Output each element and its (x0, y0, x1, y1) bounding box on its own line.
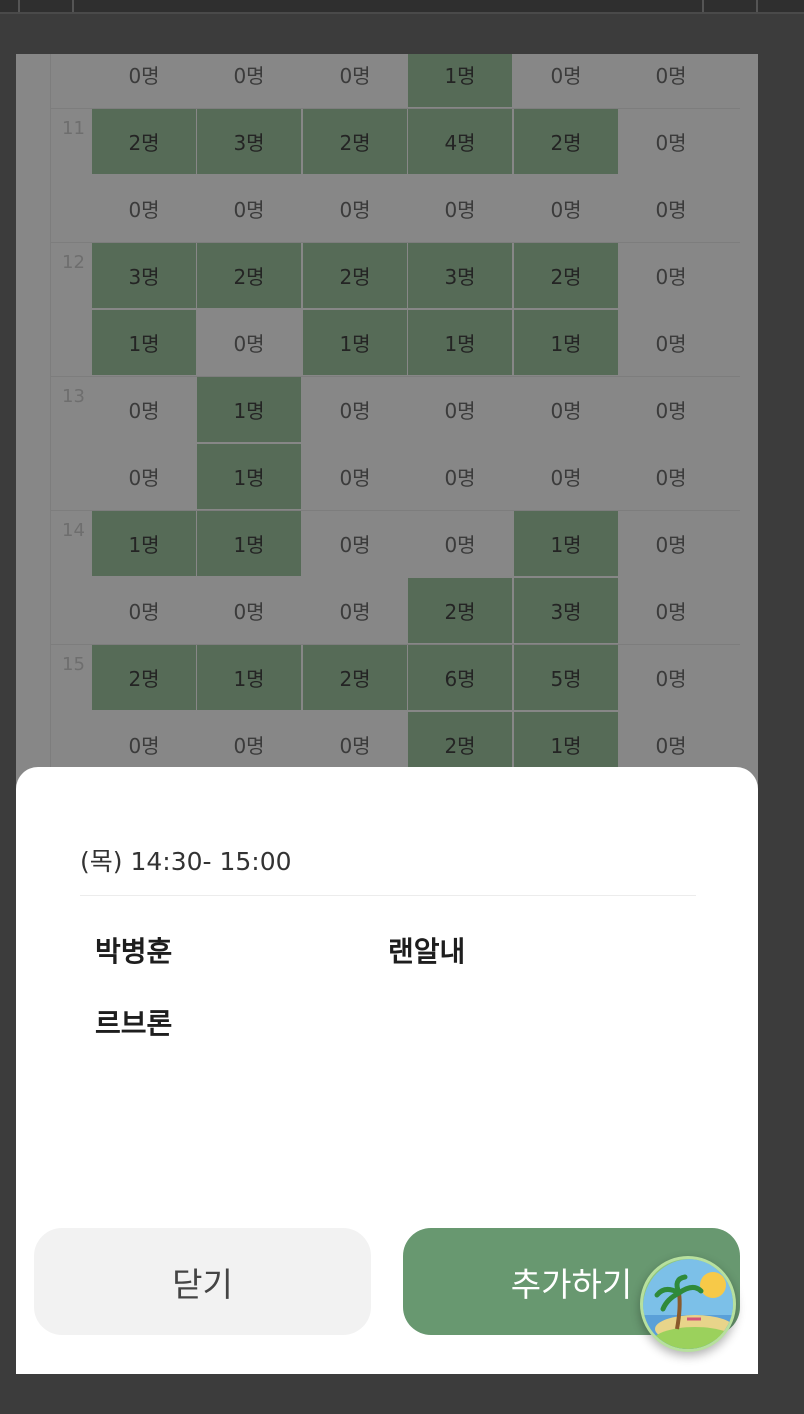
toolbar-divider (72, 0, 74, 12)
toolbar-divider (702, 0, 704, 12)
divider (80, 895, 696, 896)
app-screen: 0명 0명 0명 1명 0명 0명 11 2명 3명 2명 4명 2명 0명 0명 0명 0명 0명 0명 0명 12… (16, 54, 758, 1374)
participant-name: 르브론 (95, 1007, 173, 1040)
toolbar-divider (756, 0, 758, 12)
time-range-label: (목) 14:30- 15:00 (80, 847, 292, 876)
toolbar-divider (18, 0, 20, 12)
participant-name: 박병훈 (95, 935, 173, 968)
close-button[interactable]: 닫기 (34, 1228, 371, 1335)
top-toolbar (0, 0, 804, 14)
island-icon[interactable] (640, 1256, 736, 1352)
participant-name: 랜알내 (388, 935, 466, 968)
